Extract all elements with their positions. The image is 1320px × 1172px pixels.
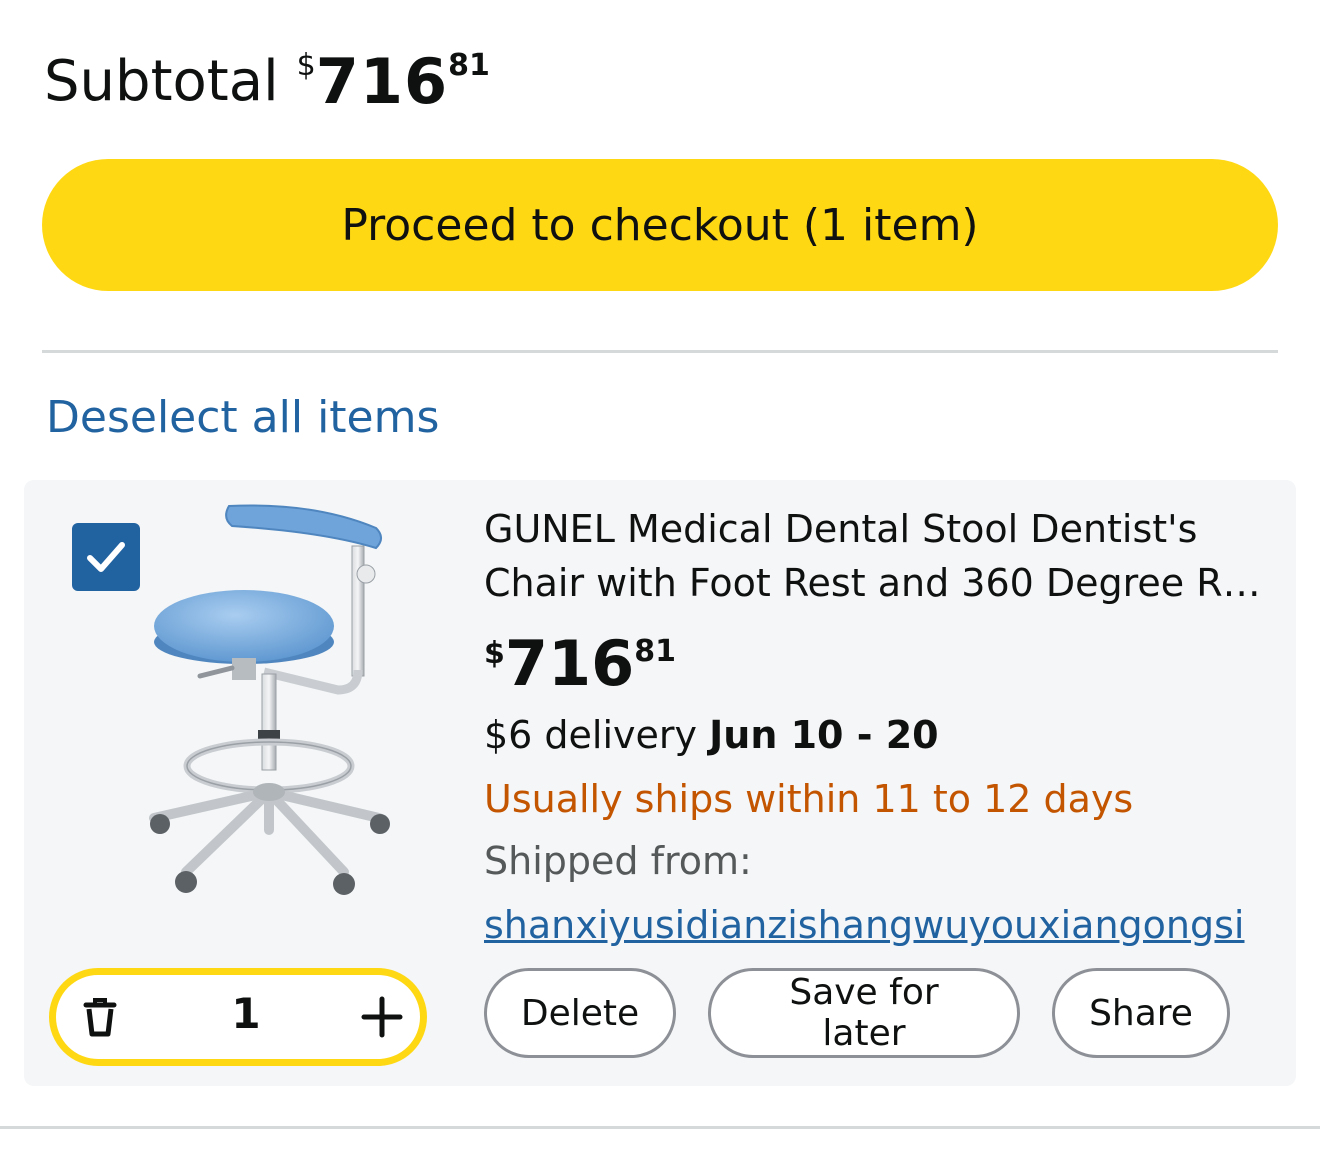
subtotal-currency: $	[296, 48, 316, 83]
subtotal-whole: 716	[315, 45, 449, 118]
cart-item-card: 1 GUNEL Medical Dental Stool Dentist's C…	[24, 480, 1296, 1086]
divider	[0, 1126, 1320, 1129]
product-title[interactable]: GUNEL Medical Dental Stool Dentist's Cha…	[484, 502, 1274, 610]
quantity-stepper: 1	[49, 968, 427, 1066]
ships-note: Usually ships within 11 to 12 days	[484, 777, 1134, 821]
share-button[interactable]: Share	[1052, 968, 1230, 1058]
price-currency: $	[484, 636, 505, 671]
trash-icon[interactable]	[78, 995, 122, 1039]
deselect-all-link[interactable]: Deselect all items	[46, 392, 439, 443]
subtotal: Subtotal $ 716 81	[44, 44, 490, 120]
item-price: $ 716 81	[484, 626, 1274, 702]
price-whole: 716	[504, 627, 635, 700]
delete-button[interactable]: Delete	[484, 968, 676, 1058]
quantity-value: 1	[231, 989, 261, 1038]
delivery-prefix: $6 delivery	[484, 713, 698, 757]
proceed-to-checkout-button[interactable]: Proceed to checkout (1 item)	[42, 159, 1278, 291]
save-for-later-button[interactable]: Save for later	[708, 968, 1020, 1058]
plus-icon[interactable]	[360, 995, 404, 1039]
subtotal-label: Subtotal	[44, 49, 279, 114]
dental-stool-image[interactable]	[114, 500, 414, 910]
delivery-info: $6 delivery Jun 10 - 20	[484, 708, 1274, 762]
price-fraction: 81	[634, 634, 677, 669]
item-actions: Delete Save for later Share	[484, 968, 1230, 1058]
subtotal-fraction: 81	[448, 48, 490, 83]
seller-link[interactable]: shanxiyusidianzishangwuyouxiangongsi	[484, 898, 1274, 952]
item-details: GUNEL Medical Dental Stool Dentist's Cha…	[484, 502, 1274, 952]
divider	[42, 350, 1278, 353]
shipped-from-label: Shipped from:	[484, 839, 752, 883]
delivery-dates: Jun 10 - 20	[709, 713, 939, 757]
